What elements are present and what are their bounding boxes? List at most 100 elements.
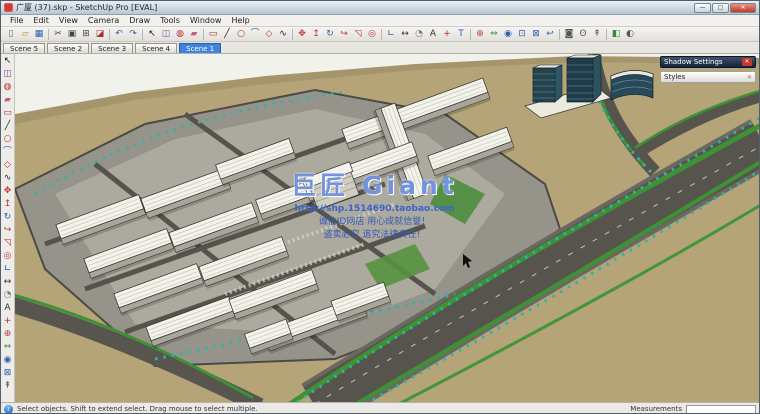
scene-tab-scene-4[interactable]: Scene 4 — [135, 43, 178, 53]
arc-icon[interactable]: ⌒ — [249, 28, 261, 40]
orbit-icon[interactable]: ⊕ — [474, 28, 486, 40]
statusbar: ? Select objects. Shift to extend select… — [1, 402, 759, 413]
pan-icon[interactable]: ⇔ — [488, 28, 500, 40]
protractor-icon[interactable]: ◔ — [2, 289, 14, 301]
orbit-icon[interactable]: ⊕ — [2, 328, 14, 340]
walk-icon[interactable]: ↟ — [2, 380, 14, 392]
push-pull-icon[interactable]: ↥ — [310, 28, 322, 40]
dimension-icon[interactable]: ↔ — [399, 28, 411, 40]
copy-icon[interactable]: ▣ — [66, 28, 78, 40]
undo-icon[interactable]: ↶ — [113, 28, 125, 40]
window-title: 广厦 (37).skp - SketchUp Pro [EVAL] — [16, 3, 158, 12]
minimize-button[interactable]: — — [694, 2, 711, 13]
save-icon[interactable]: ▦ — [33, 28, 45, 40]
toolbar-separator — [292, 28, 293, 40]
tape-measure-icon[interactable]: ∟ — [2, 263, 14, 275]
maximize-button[interactable]: ▢ — [712, 2, 729, 13]
left-toolbar: ↖ ◫ ◍ ▰ ▭ ╱ ○ ⌒ ◇ ∿ ✥ ↥ ↻ ↪ ◹ ◎ ∟ ↔ ◔ A + ⊕ ⇔ ◉ ⊠ ↟ — [1, 54, 15, 402]
follow-me-icon[interactable]: ↪ — [2, 224, 14, 236]
make-component-icon[interactable]: ◫ — [2, 68, 14, 80]
close-icon[interactable]: ✕ — [747, 74, 752, 81]
new-file-icon[interactable]: ▯ — [5, 28, 17, 40]
model-canvas[interactable]: 巨匠 Giant http://shp.1514690.taobao.com 诚… — [15, 54, 759, 402]
tape-measure-icon[interactable]: ∟ — [385, 28, 397, 40]
3d-text-icon[interactable]: T — [455, 28, 467, 40]
zoom-window-icon[interactable]: ⊡ — [516, 28, 528, 40]
text-icon[interactable]: A — [2, 302, 14, 314]
follow-me-icon[interactable]: ↪ — [338, 28, 350, 40]
close-button[interactable]: ✕ — [730, 2, 756, 13]
erase-icon[interactable]: ◪ — [94, 28, 106, 40]
make-component-icon[interactable]: ◫ — [160, 28, 172, 40]
titlebar[interactable]: 广厦 (37).skp - SketchUp Pro [EVAL] — ▢ ✕ — [1, 1, 759, 15]
zoom-icon[interactable]: ◉ — [2, 354, 14, 366]
eraser-icon[interactable]: ▰ — [188, 28, 200, 40]
pan-icon[interactable]: ⇔ — [2, 341, 14, 353]
arc-icon[interactable]: ⌒ — [2, 146, 14, 158]
measurements-input[interactable] — [686, 404, 756, 413]
eraser-icon[interactable]: ▰ — [2, 94, 14, 106]
scene-tab-scene-1[interactable]: Scene 1 — [179, 43, 222, 53]
viewport-3d[interactable] — [15, 54, 759, 402]
toolbar-separator — [470, 28, 471, 40]
menu-window[interactable]: Window — [185, 16, 227, 25]
scale-icon[interactable]: ◹ — [352, 28, 364, 40]
line-icon[interactable]: ╱ — [2, 120, 14, 132]
polygon-icon[interactable]: ◇ — [2, 159, 14, 171]
offset-icon[interactable]: ◎ — [366, 28, 378, 40]
zoom-icon[interactable]: ◉ — [502, 28, 514, 40]
redo-icon[interactable]: ↷ — [127, 28, 139, 40]
rotate-icon[interactable]: ↻ — [2, 211, 14, 223]
menu-camera[interactable]: Camera — [83, 16, 124, 25]
walk-icon[interactable]: ↟ — [591, 28, 603, 40]
paste-icon[interactable]: ⊞ — [80, 28, 92, 40]
help-circle-icon[interactable]: ? — [4, 404, 13, 413]
open-icon[interactable]: ▱ — [19, 28, 31, 40]
zoom-extents-icon[interactable]: ⊠ — [530, 28, 542, 40]
rotate-icon[interactable]: ↻ — [324, 28, 336, 40]
rectangle-icon[interactable]: ▭ — [207, 28, 219, 40]
menu-view[interactable]: View — [54, 16, 83, 25]
scene-tab-scene-3[interactable]: Scene 3 — [91, 43, 134, 53]
circle-icon[interactable]: ○ — [2, 133, 14, 145]
freehand-icon[interactable]: ∿ — [277, 28, 289, 40]
protractor-icon[interactable]: ◔ — [413, 28, 425, 40]
sketchup-logo-icon — [4, 3, 13, 12]
shadows-icon[interactable]: ◐ — [624, 28, 636, 40]
push-pull-icon[interactable]: ↥ — [2, 198, 14, 210]
close-icon[interactable]: ✕ — [742, 58, 752, 66]
scene-tab-scene-5[interactable]: Scene 5 — [3, 43, 46, 53]
polygon-icon[interactable]: ◇ — [263, 28, 275, 40]
paint-bucket-icon[interactable]: ◍ — [174, 28, 186, 40]
menu-file[interactable]: File — [5, 16, 28, 25]
offset-icon[interactable]: ◎ — [2, 250, 14, 262]
menu-edit[interactable]: Edit — [28, 16, 54, 25]
position-camera-icon[interactable]: ◙ — [563, 28, 575, 40]
circle-icon[interactable]: ○ — [235, 28, 247, 40]
axes-icon[interactable]: + — [441, 28, 453, 40]
dimension-icon[interactable]: ↔ — [2, 276, 14, 288]
move-icon[interactable]: ✥ — [2, 185, 14, 197]
line-icon[interactable]: ╱ — [221, 28, 233, 40]
previous-view-icon[interactable]: ↩ — [544, 28, 556, 40]
cut-icon[interactable]: ✂ — [52, 28, 64, 40]
section-plane-icon[interactable]: ◧ — [610, 28, 622, 40]
look-around-icon[interactable]: ʘ — [577, 28, 589, 40]
select-icon[interactable]: ↖ — [146, 28, 158, 40]
text-icon[interactable]: A — [427, 28, 439, 40]
scene-tab-scene-2[interactable]: Scene 2 — [47, 43, 90, 53]
scale-icon[interactable]: ◹ — [2, 237, 14, 249]
zoom-extents-icon[interactable]: ⊠ — [2, 367, 14, 379]
shadow-settings-panel[interactable]: Shadow Settings ✕ — [660, 56, 756, 68]
move-icon[interactable]: ✥ — [296, 28, 308, 40]
select-icon[interactable]: ↖ — [2, 55, 14, 67]
axes-icon[interactable]: + — [2, 315, 14, 327]
styles-panel[interactable]: Styles ✕ — [660, 71, 756, 83]
menu-tools[interactable]: Tools — [155, 16, 185, 25]
toolbar-separator — [142, 28, 143, 40]
paint-bucket-icon[interactable]: ◍ — [2, 81, 14, 93]
menu-help[interactable]: Help — [226, 16, 254, 25]
menu-draw[interactable]: Draw — [124, 16, 155, 25]
rectangle-icon[interactable]: ▭ — [2, 107, 14, 119]
freehand-icon[interactable]: ∿ — [2, 172, 14, 184]
